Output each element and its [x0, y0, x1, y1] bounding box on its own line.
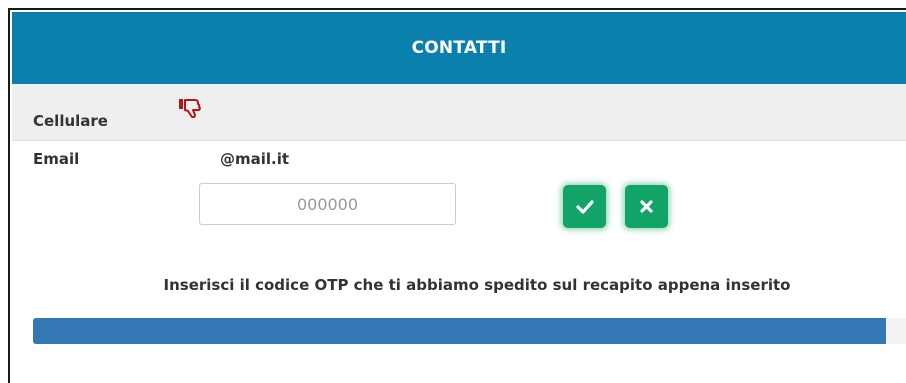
panel-title: CONTATTI: [411, 38, 507, 58]
cellulare-row: Cellulare: [12, 84, 906, 141]
thumbs-down-icon: [179, 99, 201, 118]
progress-fill: [33, 318, 887, 344]
progress-bar: [33, 318, 906, 344]
otp-instruction: Inserisci il codice OTP che ti abbiamo s…: [163, 276, 791, 294]
contacts-panel: CONTATTI Cellulare Email @mail.it Inseri…: [8, 8, 906, 383]
cancel-button[interactable]: [625, 185, 668, 228]
email-value: @mail.it: [220, 150, 290, 168]
panel-header: CONTATTI: [12, 12, 906, 84]
close-icon: [640, 200, 653, 213]
cellulare-label: Cellulare: [33, 112, 108, 130]
otp-input[interactable]: [199, 183, 456, 225]
confirm-button[interactable]: [563, 185, 606, 228]
email-label: Email: [33, 150, 80, 168]
check-icon: [575, 199, 594, 214]
